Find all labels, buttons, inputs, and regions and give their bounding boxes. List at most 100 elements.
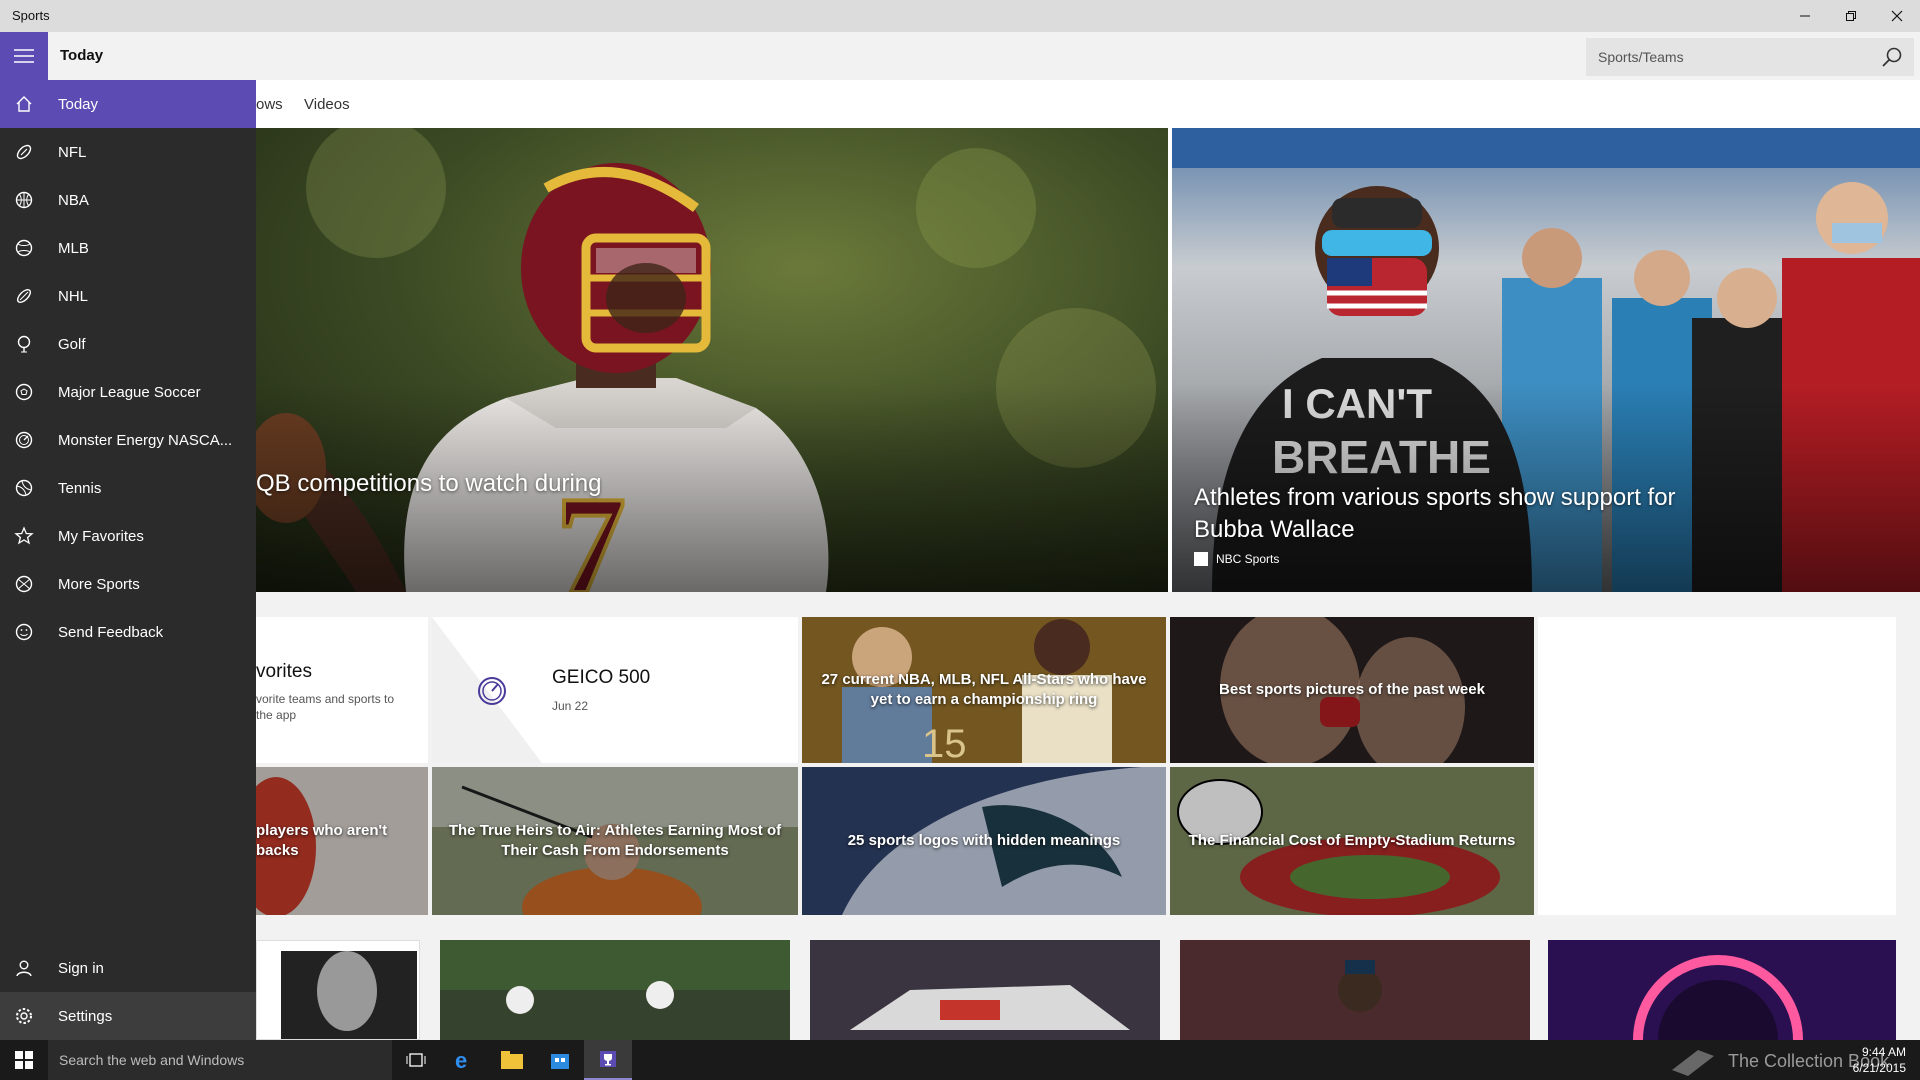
clock[interactable]: 9:44 AM 6/21/2015 — [1853, 1044, 1906, 1076]
sidebar-item-label: NBA — [58, 191, 89, 209]
sidebar-item-label: Send Feedback — [58, 623, 164, 641]
hamburger-icon — [14, 49, 34, 63]
tab-shows[interactable]: ows — [256, 96, 283, 113]
home-icon — [0, 80, 48, 128]
sidebar-item-label: Settings — [58, 1007, 113, 1025]
restore-icon — [1846, 11, 1856, 21]
tile-caption: The Financial Cost of Empty-Stadium Retu… — [1188, 832, 1516, 849]
story-tile[interactable] — [1548, 940, 1896, 1040]
search-box[interactable]: Sports/Teams — [1586, 38, 1914, 76]
search-icon[interactable] — [1880, 45, 1904, 69]
hamburger-button[interactable] — [0, 32, 48, 80]
sidebar-item-label: Monster Energy NASCA... — [58, 431, 233, 449]
minimize-button[interactable] — [1782, 0, 1828, 32]
story-tile[interactable]: The Financial Cost of Empty-Stadium Retu… — [1170, 767, 1534, 915]
close-icon — [1891, 10, 1903, 22]
story-tile[interactable]: 25 sports logos with hidden meanings — [802, 767, 1166, 915]
edge-button[interactable]: e — [440, 1040, 488, 1080]
hero-image-football: 7 — [256, 128, 1168, 592]
book-watermark-icon — [1672, 1050, 1714, 1076]
store-icon — [551, 1054, 569, 1069]
favorites-card[interactable]: vorites vorite teams and sports to the a… — [256, 617, 428, 763]
sidebar-item-sign-in[interactable]: Sign in — [0, 944, 256, 992]
sidebar-item-label: NHL — [58, 287, 89, 305]
sidebar-item-golf[interactable]: Golf — [0, 320, 256, 368]
smiley-icon — [0, 608, 48, 656]
sidebar-item-monster-energy-nasca[interactable]: Monster Energy NASCA... — [0, 416, 256, 464]
hero-story-qb[interactable]: 7 QB competitions to watch during — [256, 128, 1168, 592]
story-tile[interactable]: 15 27 current NBA, MLB, NFL All-Stars wh… — [802, 617, 1166, 763]
sidebar-item-nba[interactable]: NBA — [0, 176, 256, 224]
favorites-card-text: the app — [256, 708, 297, 722]
title-bar: Sports — [0, 0, 1920, 32]
window-title: Sports — [12, 8, 50, 23]
baseball-icon — [0, 224, 48, 272]
tab-videos[interactable]: Videos — [304, 96, 350, 113]
close-button[interactable] — [1874, 0, 1920, 32]
story-tile[interactable] — [440, 940, 790, 1040]
sidebar-item-nfl[interactable]: NFL — [0, 128, 256, 176]
golf-icon — [0, 320, 48, 368]
taskbar-search[interactable]: Search the web and Windows — [48, 1040, 392, 1080]
tile-image-baseball-player — [1180, 940, 1530, 1040]
hero-headline[interactable]: Athletes from various sports show suppor… — [1194, 482, 1714, 546]
story-tile[interactable] — [810, 940, 1160, 1040]
star-icon — [0, 512, 48, 560]
event-date: Jun 22 — [552, 699, 589, 713]
tile-caption: The True Heirs to Air: Athletes Earning … — [448, 822, 782, 859]
sidebar-item-nhl[interactable]: NHL — [0, 272, 256, 320]
story-tile[interactable]: players who aren't backs — [256, 767, 428, 915]
person-icon — [0, 944, 48, 992]
basketball-icon — [0, 176, 48, 224]
task-view-button[interactable] — [392, 1040, 440, 1080]
restore-button[interactable] — [1828, 0, 1874, 32]
folder-icon — [501, 1051, 523, 1069]
sidebar-item-send-feedback[interactable]: Send Feedback — [0, 608, 256, 656]
hero-headline[interactable]: QB competitions to watch during — [256, 468, 1116, 500]
tile-image-golf-crowd — [440, 940, 790, 1040]
file-explorer-button[interactable] — [488, 1040, 536, 1080]
tile-image-race-car — [810, 940, 1160, 1040]
sidebar-item-tennis[interactable]: Tennis — [0, 464, 256, 512]
trophy-icon — [600, 1051, 616, 1067]
sidebar-item-label: Golf — [58, 335, 86, 353]
story-tile[interactable]: Best sports pictures of the past week — [1170, 617, 1534, 763]
taskbar-search-input[interactable]: Search the web and Windows — [59, 1052, 244, 1068]
favorites-card-text: vorite teams and sports to — [256, 692, 395, 706]
nbc-sports-logo-icon — [1194, 552, 1208, 566]
sidebar-item-label: Today — [58, 95, 99, 113]
sidebar-item-mlb[interactable]: MLB — [0, 224, 256, 272]
edge-icon: e — [455, 1049, 467, 1071]
source-label: NBC Sports — [1216, 552, 1280, 566]
tile-caption: 27 current NBA, MLB, NFL All-Stars who h… — [821, 671, 1147, 708]
task-view-icon — [406, 1053, 426, 1067]
sidebar-item-label: My Favorites — [58, 527, 144, 545]
search-input[interactable]: Sports/Teams — [1598, 49, 1684, 65]
tile-caption: players who aren't backs — [256, 822, 388, 859]
soccer-icon — [0, 368, 48, 416]
story-tile[interactable]: The True Heirs to Air: Athletes Earning … — [432, 767, 798, 915]
sidebar-item-label: Tennis — [58, 479, 102, 497]
story-tile[interactable] — [256, 940, 420, 1040]
gear-icon — [0, 992, 48, 1040]
tile-image-espys — [1548, 940, 1896, 1040]
sports-app-button[interactable] — [584, 1040, 632, 1080]
hockey-icon — [0, 272, 48, 320]
page-title: Today — [60, 47, 104, 64]
hero-story-bubba-wallace[interactable]: I CAN'T BREATHE Athletes from various sp… — [1172, 128, 1920, 592]
hero-source: NBC Sports — [1194, 552, 1279, 566]
nascar-icon — [0, 416, 48, 464]
svg-text:e: e — [455, 1049, 467, 1071]
sidebar-item-settings[interactable]: Settings — [0, 992, 256, 1040]
sidebar-item-more-sports[interactable]: More Sports — [0, 560, 256, 608]
sidebar-item-label: Major League Soccer — [58, 383, 201, 401]
sidebar-item-today[interactable]: Today — [0, 80, 256, 128]
event-card[interactable]: GEICO 500 Jun 22 — [432, 617, 798, 763]
start-button[interactable] — [0, 1040, 48, 1080]
store-button[interactable] — [536, 1040, 584, 1080]
sidebar-item-major-league-soccer[interactable]: Major League Soccer — [0, 368, 256, 416]
tennis-icon — [0, 464, 48, 512]
svg-text:15: 15 — [922, 722, 967, 763]
story-tile[interactable] — [1180, 940, 1530, 1040]
sidebar-item-my-favorites[interactable]: My Favorites — [0, 512, 256, 560]
